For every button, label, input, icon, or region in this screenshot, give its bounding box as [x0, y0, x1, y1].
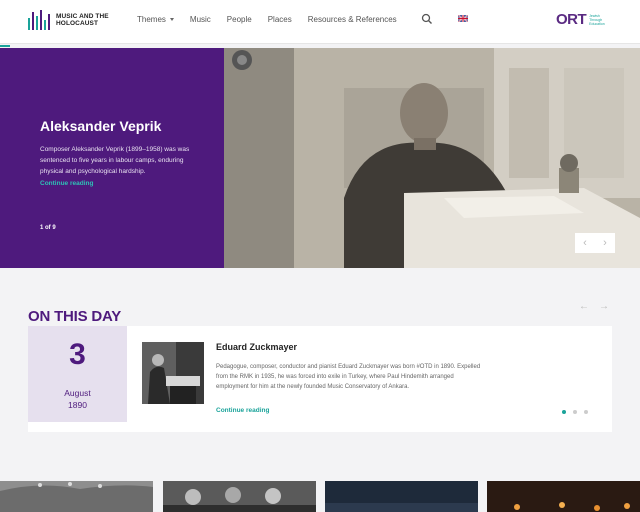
site-logo[interactable]: MUSIC AND THE HOLOCAUST	[28, 10, 126, 30]
nav-item-label: Resources & References	[307, 15, 397, 24]
zuckmayer-photo[interactable]	[142, 342, 204, 404]
zuckmayer-photo-image	[142, 342, 204, 404]
search-icon[interactable]	[421, 13, 433, 25]
tile-photo	[487, 481, 640, 512]
date-year: 1890	[68, 400, 87, 410]
chevron-left-icon[interactable]: ‹	[583, 237, 587, 249]
nav-item-themes[interactable]: Themes	[137, 15, 174, 24]
date-month: August	[64, 388, 91, 398]
logo-bars-icon	[28, 10, 50, 30]
date-box: 3 August 1890	[28, 326, 127, 422]
site-header: MUSIC AND THE HOLOCAUST Themes Music Peo…	[0, 0, 640, 44]
nav-item-places[interactable]: Places	[268, 15, 292, 24]
arrow-right-icon[interactable]: →	[599, 301, 609, 312]
ort-logo-tagline: Jewish Through Education	[589, 13, 605, 26]
nav-item-label: Places	[267, 15, 292, 24]
main-nav: Themes Music People Places Resources & R…	[137, 15, 413, 24]
ort-logo-letters: ORT	[556, 11, 587, 28]
logo-text: MUSIC AND THE HOLOCAUST	[56, 13, 109, 27]
date-day: 3	[69, 338, 86, 371]
nav-item-label: Themes	[137, 15, 166, 24]
nav-item-resources[interactable]: Resources & References	[308, 15, 397, 24]
ort-partner-logo[interactable]: ORT Jewish Through Education	[556, 11, 611, 28]
nav-item-label: Music	[189, 15, 211, 24]
uk-flag-icon[interactable]	[458, 15, 468, 22]
hero-continue-reading-link[interactable]: Continue reading	[40, 180, 93, 187]
nav-item-people[interactable]: People	[227, 15, 252, 24]
chevron-down-icon	[169, 18, 174, 21]
featured-tile[interactable]	[487, 481, 640, 512]
tile-photo	[325, 481, 478, 512]
featured-tile[interactable]	[163, 481, 316, 512]
otd-person-name: Eduard Zuckmayer	[216, 342, 298, 352]
otd-continue-reading-link[interactable]: Continue reading	[216, 407, 269, 414]
pagination-dots	[562, 410, 588, 414]
arrow-left-icon[interactable]: ←	[579, 301, 589, 312]
pagination-dot[interactable]	[584, 410, 588, 414]
nav-item-music[interactable]: Music	[190, 15, 211, 24]
tile-photo	[163, 481, 316, 512]
pagination-dot[interactable]	[562, 410, 566, 414]
featured-tiles	[0, 481, 640, 512]
hero-slider-controls: ‹ ›	[575, 233, 615, 253]
featured-tile[interactable]	[325, 481, 478, 512]
featured-tile[interactable]	[0, 481, 153, 512]
on-this-day-heading: ON THIS DAY	[28, 308, 122, 325]
hero-slide-counter: 1 of 9	[40, 225, 56, 231]
chevron-right-icon[interactable]: ›	[603, 237, 607, 249]
nav-item-label: People	[226, 15, 252, 24]
tile-photo	[0, 481, 153, 512]
hero-title: Aleksander Veprik	[40, 118, 162, 134]
hero-description: Composer Aleksander Veprik (1899–1958) w…	[40, 146, 190, 175]
pagination-dot[interactable]	[573, 410, 577, 414]
header-accent-line	[0, 45, 10, 47]
on-this-day-controls: ← →	[579, 301, 609, 312]
otd-description: Pedagogue, composer, conductor and piani…	[216, 364, 481, 390]
on-this-day-card: 3 August 1890 Eduard Zuckmayer Pedagogue…	[28, 326, 612, 432]
hero-slider: Aleksander Veprik Composer Aleksander Ve…	[0, 48, 640, 268]
hero-text-panel: Aleksander Veprik Composer Aleksander Ve…	[0, 48, 224, 268]
